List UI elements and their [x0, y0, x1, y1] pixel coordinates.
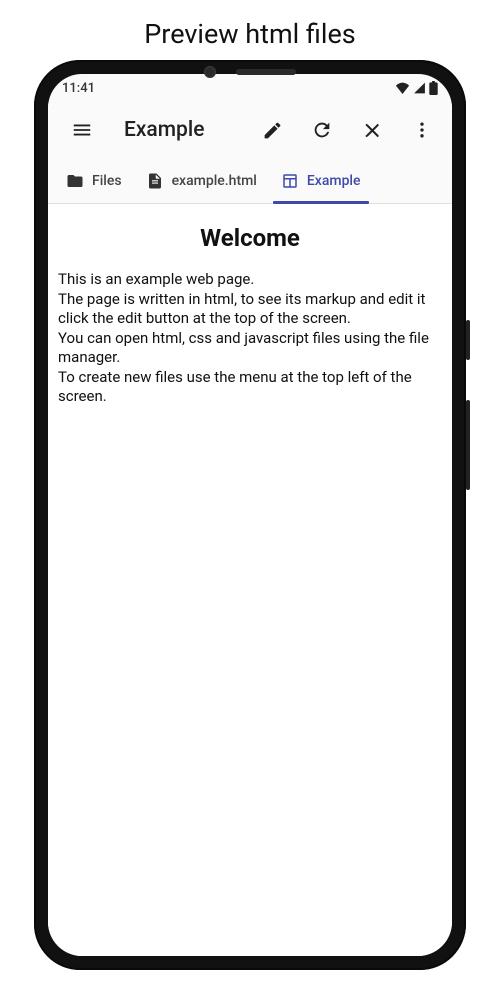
close-button[interactable] [352, 110, 392, 150]
speaker-slit [236, 69, 296, 75]
battery-icon [429, 81, 438, 95]
app-bar: Example [48, 102, 452, 158]
phone-side-button [466, 320, 470, 360]
phone-screen: 11:41 Example [48, 74, 452, 956]
appbar-title: Example [124, 118, 242, 142]
refresh-button[interactable] [302, 110, 342, 150]
phone-side-button [466, 400, 470, 490]
page-caption: Preview html files [0, 0, 500, 60]
edit-button[interactable] [252, 110, 292, 150]
tab-label: example.html [172, 173, 257, 189]
web-preview-icon [281, 172, 299, 190]
tab-label: Files [92, 173, 122, 189]
signal-icon [413, 82, 426, 94]
camera-dot [204, 66, 216, 78]
hamburger-icon [71, 119, 93, 141]
tab-preview[interactable]: Example [269, 158, 373, 203]
status-icons [395, 81, 438, 95]
preview-content: Welcome This is an example web page.The … [48, 204, 452, 956]
wifi-icon [395, 82, 410, 94]
close-icon [362, 120, 383, 141]
content-heading: Welcome [58, 224, 442, 252]
refresh-icon [311, 119, 333, 141]
content-body: This is an example web page.The page is … [58, 270, 442, 407]
status-time: 11:41 [62, 81, 95, 96]
tab-files[interactable]: Files [54, 158, 134, 203]
pencil-icon [262, 120, 283, 141]
more-vert-icon [412, 120, 432, 140]
tab-file-source[interactable]: example.html [134, 158, 269, 203]
phone-frame: 11:41 Example [34, 60, 466, 970]
tab-bar: Files example.html Example [48, 158, 452, 204]
phone-notch [204, 66, 296, 78]
status-bar: 11:41 [48, 74, 452, 102]
menu-button[interactable] [62, 110, 102, 150]
file-icon [146, 172, 164, 190]
overflow-button[interactable] [402, 110, 442, 150]
tab-label: Example [307, 173, 361, 189]
folder-icon [66, 172, 84, 190]
